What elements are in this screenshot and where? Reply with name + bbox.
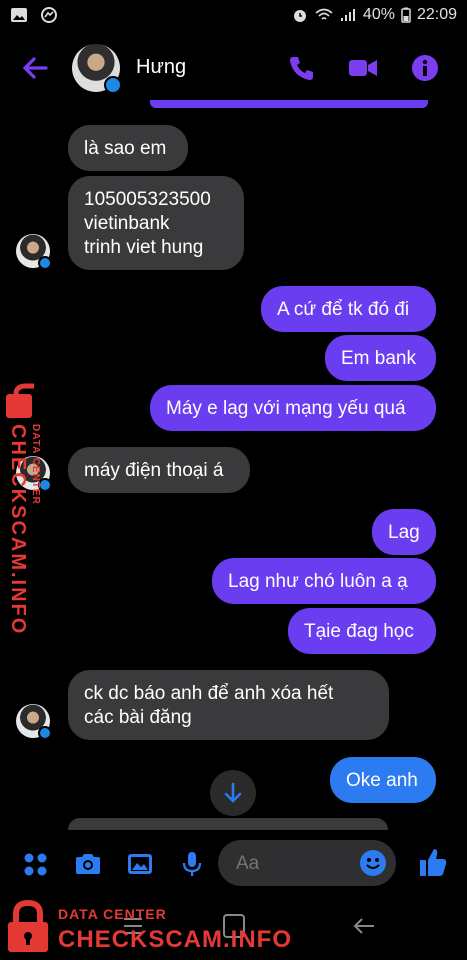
video-icon[interactable] (348, 54, 378, 82)
scroll-to-bottom-button[interactable] (210, 770, 256, 816)
composer-bar (0, 840, 467, 888)
message-input[interactable] (234, 850, 358, 878)
alarm-icon (293, 10, 306, 22)
message-input-box[interactable] (218, 840, 396, 886)
phone-icon[interactable] (286, 54, 316, 82)
side-watermark-title: CHECKSCAM.INFO (7, 424, 29, 636)
message-outgoing[interactable]: Oke anh (330, 757, 436, 803)
message-outgoing[interactable]: Lag (372, 509, 436, 555)
sender-avatar[interactable] (16, 234, 52, 270)
message-outgoing[interactable]: Máy e lag với mạng yếu quá (150, 385, 436, 431)
battery-level: 40% (362, 6, 395, 23)
message-incoming[interactable]: là sao em (68, 125, 188, 171)
microphone-icon[interactable] (178, 850, 206, 878)
previous-message-edge (150, 100, 428, 108)
partial-message (68, 818, 388, 830)
camera-icon[interactable] (74, 850, 102, 878)
back-arrow-icon[interactable] (20, 54, 50, 82)
signal-icon (340, 9, 355, 21)
watermark-lock-icon (8, 900, 48, 952)
message-incoming[interactable]: máy điện thoại á (68, 447, 250, 493)
emoji-icon[interactable] (360, 850, 386, 876)
message-outgoing[interactable]: Em bank (325, 335, 436, 381)
clock: 22:09 (416, 6, 457, 23)
nav-back-icon[interactable] (352, 915, 376, 937)
conversation-header: Hưng (0, 36, 467, 100)
message-incoming[interactable]: ck dc báo anh để anh xóa hết các bài đăn… (68, 670, 389, 740)
watermark-subtitle: DATA CENTER (58, 906, 167, 922)
gallery-notification-icon (11, 8, 27, 22)
arrow-down-icon (224, 782, 242, 803)
battery-icon (401, 7, 411, 23)
wifi-icon (315, 8, 333, 20)
message-outgoing[interactable]: Lag như chó luôn a ạ (212, 558, 436, 604)
info-icon[interactable] (410, 54, 440, 82)
status-bar: 40% 22:09 (0, 0, 467, 32)
menu-dots-icon[interactable] (22, 850, 50, 878)
watermark-title: CHECKSCAM.INFO (58, 926, 292, 953)
side-watermark: CHECKSCAM.INFO DATA CENTER (4, 380, 64, 635)
verified-badge (104, 76, 122, 94)
sender-avatar[interactable] (16, 704, 52, 740)
side-watermark-subtitle: DATA CENTER (30, 424, 41, 505)
message-outgoing[interactable]: Tạie đag học (288, 608, 436, 654)
thumbs-up-icon[interactable] (418, 846, 448, 878)
message-incoming[interactable]: 105005323500 vietinbank trinh viet hung (68, 176, 244, 270)
messenger-notification-icon (41, 7, 57, 23)
watermark-lock-icon (6, 383, 34, 418)
contact-name[interactable]: Hưng (136, 56, 186, 79)
gallery-icon[interactable] (126, 850, 154, 878)
avatar[interactable] (72, 44, 122, 94)
message-outgoing[interactable]: A cứ để tk đó đi (261, 286, 436, 332)
